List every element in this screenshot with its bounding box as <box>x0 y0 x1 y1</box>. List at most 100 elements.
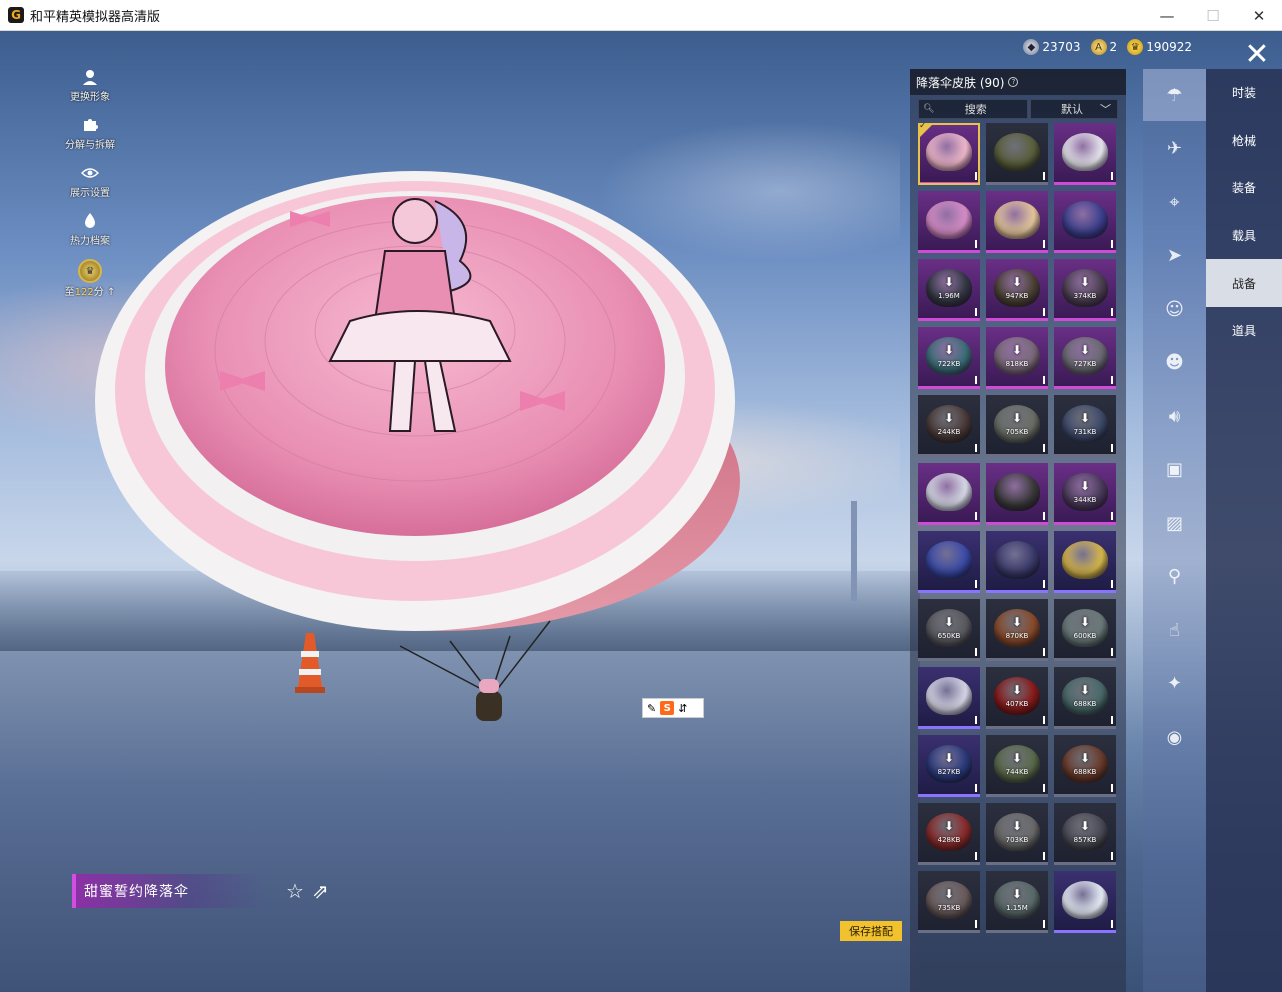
skin-slot[interactable]: ⬇ 722KB <box>918 327 980 389</box>
silver-currency[interactable]: ◆ 23703 <box>1023 39 1081 55</box>
skin-slot[interactable]: ⬇ 947KB <box>986 259 1048 321</box>
game-viewport[interactable]: 更换形象 分解与拆解 展示设置 热力档案 ♛ 至122分 ↑ ◆ 23703 A… <box>0 31 1282 992</box>
sparkle-icon[interactable]: ✦ <box>1143 658 1206 710</box>
help-icon[interactable]: ? <box>1008 77 1019 87</box>
skin-slot[interactable]: ⬇ 727KB <box>1054 327 1116 389</box>
rank-item[interactable]: ♛ 至122分 ↑ <box>60 259 120 298</box>
skin-slot[interactable]: ⬇ 688KB <box>1054 667 1116 729</box>
parachute-model[interactable] <box>90 151 750 771</box>
skin-slot[interactable]: ⬇ 744KB <box>986 735 1048 797</box>
slot-marker <box>1111 512 1113 520</box>
chat-icon[interactable]: ▣ <box>1143 444 1206 496</box>
slot-marker <box>1111 920 1113 928</box>
skin-slot[interactable]: ⬇ 735KB <box>918 871 980 933</box>
share-icon[interactable]: ⇗ <box>312 879 329 903</box>
skin-slot[interactable] <box>986 123 1048 185</box>
skin-slot[interactable] <box>918 531 980 593</box>
download-icon: ⬇ <box>943 275 955 289</box>
robot-icon[interactable]: ☻ <box>1143 337 1206 389</box>
slot-marker <box>975 852 977 860</box>
skin-slot[interactable]: ⬇ 827KB <box>918 735 980 797</box>
skin-slot[interactable] <box>986 463 1048 525</box>
search-input[interactable]: 🔍︎ 搜索 <box>918 99 1028 119</box>
plane-icon[interactable]: ✈ <box>1143 123 1206 175</box>
tab-4[interactable]: 战备 <box>1206 259 1282 307</box>
traffic-cone <box>295 633 325 693</box>
download-icon: ⬇ <box>1011 819 1023 833</box>
favorite-star-icon[interactable]: ☆ <box>286 879 304 903</box>
skin-slot[interactable]: ⬇ 244KB <box>918 395 980 457</box>
download-icon: ⬇ <box>1079 479 1091 493</box>
skin-slot[interactable] <box>1054 191 1116 253</box>
download-icon: ⬇ <box>1079 275 1091 289</box>
heat-profile-button[interactable]: 热力档案 <box>60 211 120 247</box>
save-outfit-button[interactable]: 保存搭配 <box>840 921 902 941</box>
download-icon: ⬇ <box>1079 615 1091 629</box>
tab-0[interactable]: 时装 <box>1206 69 1282 117</box>
download-size: 407KB <box>1005 700 1029 708</box>
skin-slot[interactable]: ⬇ 1.96M <box>918 259 980 321</box>
slot-marker <box>1111 648 1113 656</box>
face-icon[interactable]: ☺ <box>1143 283 1206 335</box>
skin-slot[interactable] <box>986 191 1048 253</box>
skin-slot[interactable] <box>918 667 980 729</box>
download-icon: ⬇ <box>1079 411 1091 425</box>
maximize-button[interactable]: ☐ <box>1190 0 1236 31</box>
skin-slot[interactable] <box>986 531 1048 593</box>
chevron-down-icon: ﹀ <box>1100 103 1111 116</box>
gold-currency[interactable]: A 2 <box>1090 39 1117 55</box>
skin-slot[interactable]: ⬇ 703KB <box>986 803 1048 865</box>
crown-currency[interactable]: ♛ 190922 <box>1127 39 1192 55</box>
skin-slot[interactable] <box>1054 123 1116 185</box>
ime-arrows-icon: ⇵ <box>678 701 688 715</box>
download-size: 705KB <box>1005 428 1029 436</box>
skin-slot[interactable]: ✓ <box>918 123 980 185</box>
skin-slot[interactable]: ⬇ 428KB <box>918 803 980 865</box>
skin-slot[interactable]: ⬇ 407KB <box>986 667 1048 729</box>
download-size: 688KB <box>1073 700 1097 708</box>
change-look-button[interactable]: 更换形象 <box>60 67 120 103</box>
skin-slot[interactable]: ⬇ 344KB <box>1054 463 1116 525</box>
minimize-button[interactable]: — <box>1144 0 1190 31</box>
tab-3[interactable]: 载具 <box>1206 212 1282 260</box>
skin-slot[interactable]: ⬇ 857KB <box>1054 803 1116 865</box>
skin-slot[interactable] <box>1054 871 1116 933</box>
skin-slot[interactable]: ⬇ 600KB <box>1054 599 1116 661</box>
image-icon[interactable]: ▨ <box>1143 497 1206 549</box>
extinguisher-icon[interactable]: ⚲ <box>1143 551 1206 603</box>
speaker-icon[interactable]: 🔊︎ <box>1143 390 1206 442</box>
download-size: 650KB <box>937 632 961 640</box>
display-settings-button[interactable]: 展示设置 <box>60 163 120 199</box>
close-window-button[interactable]: ✕ <box>1236 0 1282 31</box>
ufo-icon[interactable]: ◉ <box>1143 711 1206 763</box>
skin-slot[interactable] <box>1054 531 1116 593</box>
drone-icon[interactable]: ⌖ <box>1143 176 1206 228</box>
ime-logo-icon: S <box>660 701 675 715</box>
window-title: 和平精英模拟器高清版 <box>30 9 161 25</box>
skin-slot[interactable]: ⬇ 1.15M <box>986 871 1048 933</box>
skin-slot[interactable]: ⬇ 870KB <box>986 599 1048 661</box>
skin-slot[interactable] <box>918 191 980 253</box>
hand-icon[interactable]: ☝ <box>1143 604 1206 656</box>
skin-slot[interactable]: ⬇ 650KB <box>918 599 980 661</box>
ime-pen-icon: ✎ <box>647 701 657 715</box>
glider-icon[interactable]: ➤ <box>1143 230 1206 282</box>
decompose-button[interactable]: 分解与拆解 <box>60 115 120 151</box>
close-icon[interactable]: ✕ <box>1240 37 1274 72</box>
skin-slot[interactable]: ⬇ 374KB <box>1054 259 1116 321</box>
tab-1[interactable]: 枪械 <box>1206 117 1282 165</box>
sort-dropdown[interactable]: 默认 ﹀ <box>1030 99 1118 119</box>
skin-slot[interactable] <box>918 463 980 525</box>
ime-toolbar[interactable]: ✎ S ⇵ <box>642 698 704 718</box>
download-size: 1.96M <box>938 292 960 300</box>
tab-2[interactable]: 装备 <box>1206 164 1282 212</box>
slot-marker <box>975 648 977 656</box>
tab-5[interactable]: 道具 <box>1206 307 1282 355</box>
skin-slot[interactable]: ⬇ 818KB <box>986 327 1048 389</box>
skin-slot[interactable]: ⬇ 688KB <box>1054 735 1116 797</box>
rank-suffix: 分 <box>93 287 104 298</box>
skin-slot[interactable]: ⬇ 731KB <box>1054 395 1116 457</box>
slot-marker <box>1043 920 1045 928</box>
skin-slot[interactable]: ⬇ 705KB <box>986 395 1048 457</box>
parachute-icon[interactable]: ☂ <box>1143 69 1206 121</box>
